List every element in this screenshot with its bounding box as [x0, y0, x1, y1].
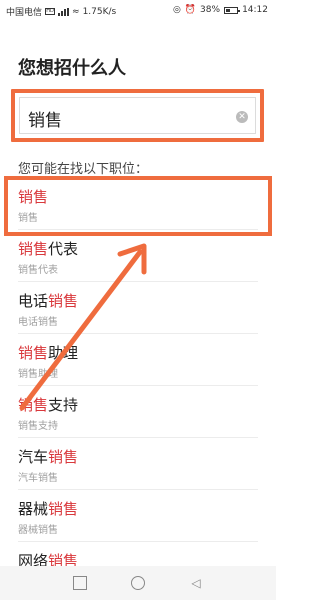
- list-item[interactable]: 销售代表 销售代表: [18, 230, 258, 282]
- item-title-keyword: 销售: [48, 448, 79, 466]
- item-title-prefix: 汽车: [18, 448, 49, 466]
- signal-icon: [58, 7, 70, 16]
- list-item[interactable]: 销售支持 销售支持: [18, 386, 258, 438]
- item-title-keyword: 销售: [18, 240, 49, 258]
- carrier-label: 中国电信: [6, 8, 43, 18]
- battery-percent: 38%: [200, 5, 221, 15]
- circle-icon[interactable]: [131, 576, 145, 590]
- item-title-suffix: 支持: [48, 396, 79, 414]
- suggestion-list: 销售 销售 销售代表 销售代表 电话销售 电话销售 销售助理 销售助理 销售支持…: [18, 178, 258, 594]
- item-title-keyword: 销售: [48, 292, 79, 310]
- item-title-prefix: 电话: [18, 292, 49, 310]
- sim-card-icon: HD: [45, 8, 56, 15]
- system-nav-bar: ◁: [0, 566, 276, 600]
- list-item[interactable]: 销售助理 销售助理: [18, 334, 258, 386]
- battery-icon: [224, 6, 241, 14]
- item-title-prefix: 器械: [18, 500, 49, 518]
- page-title: 您想招什么人: [18, 58, 126, 79]
- wifi-icon: ≈: [72, 6, 80, 17]
- item-title: 汽车销售: [18, 446, 78, 467]
- triangle-back-icon[interactable]: ◁: [189, 576, 203, 590]
- suggestion-hint: 您可能在找以下职位：: [18, 162, 149, 177]
- item-subtitle: 销售助理: [18, 369, 58, 380]
- item-subtitle: 汽车销售: [18, 473, 58, 484]
- item-title: 销售助理: [18, 342, 78, 363]
- item-subtitle: 电话销售: [18, 317, 58, 328]
- item-title: 器械销售: [18, 498, 78, 519]
- item-title-keyword: 销售: [48, 500, 79, 518]
- search-input[interactable]: 销售 ✕: [19, 97, 256, 134]
- network-speed: 1.75K/s: [82, 6, 117, 17]
- item-title: 电话销售: [18, 290, 78, 311]
- item-title: 销售支持: [18, 394, 78, 415]
- first-item-annotation-box: [4, 176, 272, 236]
- item-title-keyword: 销售: [18, 396, 49, 414]
- status-left: 中国电信 HD ≈ 1.75K/s: [6, 5, 117, 19]
- search-annotation-box: 销售 ✕: [11, 89, 264, 142]
- status-right: ◎ ⏰ 38% 14:12: [173, 5, 268, 15]
- square-icon[interactable]: [73, 576, 87, 590]
- list-item[interactable]: 汽车销售 汽车销售: [18, 438, 258, 490]
- item-subtitle: 器械销售: [18, 525, 58, 536]
- item-title-suffix: 代表: [48, 240, 79, 258]
- item-title-keyword: 销售: [18, 344, 49, 362]
- list-item[interactable]: 器械销售 器械销售: [18, 490, 258, 542]
- status-bar: 中国电信 HD ≈ 1.75K/s ◎ ⏰ 38% 14:12: [0, 0, 276, 22]
- item-subtitle: 销售支持: [18, 421, 58, 432]
- list-item[interactable]: 电话销售 电话销售: [18, 282, 258, 334]
- alarm-icon: ⏰: [184, 5, 197, 15]
- search-value: 销售: [28, 111, 62, 131]
- item-title-suffix: 助理: [48, 344, 79, 362]
- clock: 14:12: [242, 5, 268, 15]
- item-title: 销售代表: [18, 238, 78, 259]
- clear-icon[interactable]: ✕: [236, 111, 248, 123]
- item-subtitle: 销售代表: [18, 265, 58, 276]
- eye-icon: ◎: [172, 5, 181, 15]
